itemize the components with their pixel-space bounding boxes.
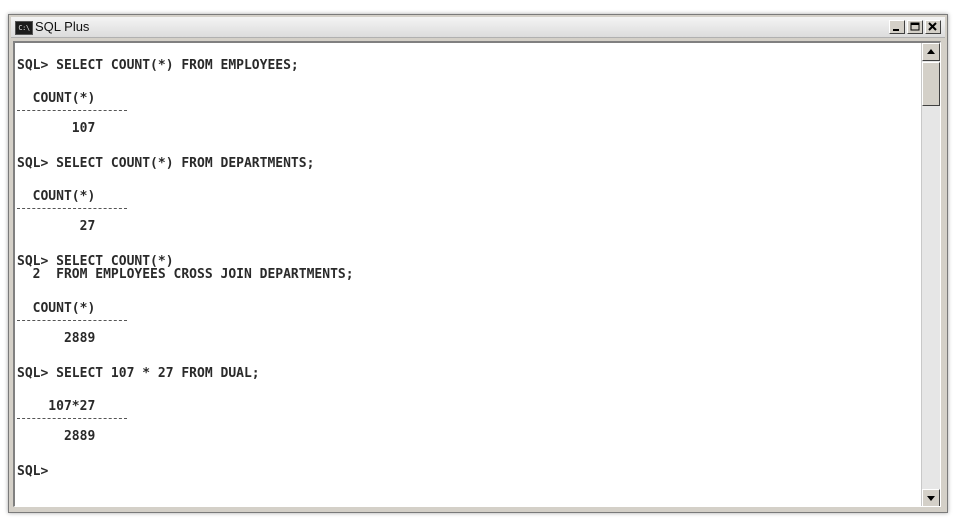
minimize-button[interactable] bbox=[889, 20, 905, 34]
sqlplus-window: C:\ SQL Plus SQL> SELECT COUNT(*) FROM E… bbox=[8, 14, 948, 513]
console-line-prompt: SQL> SELECT COUNT(*) FROM EMPLOYEES; bbox=[17, 58, 299, 73]
console-line-prompt: SQL> bbox=[17, 464, 49, 479]
console-line-header: 107*27 bbox=[17, 399, 96, 414]
minimize-icon bbox=[893, 29, 899, 31]
console-line-header: COUNT(*) bbox=[17, 301, 96, 316]
console-separator bbox=[17, 418, 127, 419]
console-separator bbox=[17, 208, 127, 209]
vertical-scrollbar[interactable] bbox=[921, 43, 940, 506]
close-button[interactable] bbox=[925, 20, 941, 34]
console-client-area[interactable]: SQL> SELECT COUNT(*) FROM EMPLOYEES; COU… bbox=[13, 41, 941, 507]
maximize-icon bbox=[910, 22, 920, 31]
console-line-prompt: SQL> SELECT 107 * 27 FROM DUAL; bbox=[17, 366, 260, 381]
title-bar[interactable]: C:\ SQL Plus bbox=[11, 17, 945, 38]
console-line-result: 27 bbox=[17, 219, 96, 234]
scroll-down-button[interactable] bbox=[922, 489, 940, 506]
console-line-result: 2889 bbox=[17, 429, 96, 444]
console-line-continuation: 2 FROM EMPLOYEES CROSS JOIN DEPARTMENTS; bbox=[17, 267, 354, 282]
arrow-up-icon bbox=[927, 49, 935, 54]
console-line-prompt: SQL> SELECT COUNT(*) FROM DEPARTMENTS; bbox=[17, 156, 315, 171]
console-line-result: 2889 bbox=[17, 331, 96, 346]
console-line-header: COUNT(*) bbox=[17, 189, 96, 204]
console-line-result: 107 bbox=[17, 121, 96, 136]
close-icon bbox=[928, 22, 937, 31]
console-line-header: COUNT(*) bbox=[17, 91, 96, 106]
arrow-down-icon bbox=[927, 496, 935, 501]
console-icon[interactable]: C:\ bbox=[15, 21, 33, 35]
console-separator bbox=[17, 320, 127, 321]
scroll-up-button[interactable] bbox=[922, 43, 940, 61]
window-title: SQL Plus bbox=[35, 19, 90, 34]
console-separator bbox=[17, 110, 127, 111]
maximize-button[interactable] bbox=[907, 20, 923, 34]
scrollbar-thumb[interactable] bbox=[922, 62, 940, 106]
console-output[interactable]: SQL> SELECT COUNT(*) FROM EMPLOYEES; COU… bbox=[15, 43, 917, 506]
